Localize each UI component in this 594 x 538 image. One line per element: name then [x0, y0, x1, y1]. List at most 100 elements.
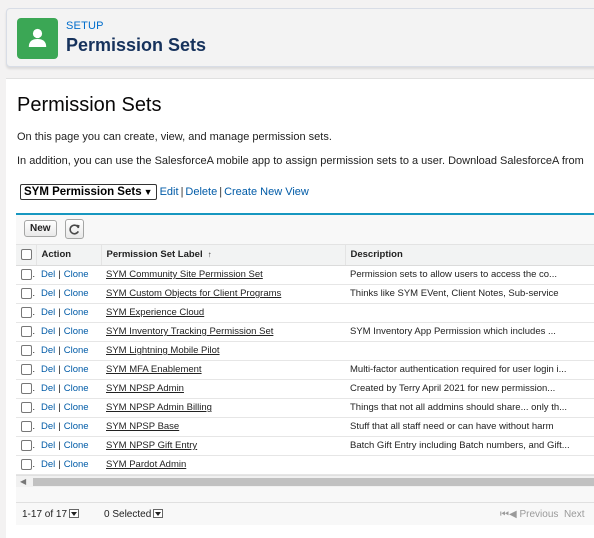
row-actions: Del | Clone [36, 360, 101, 380]
row-select-cell[interactable] [16, 341, 36, 361]
row-checkbox[interactable] [21, 439, 32, 451]
view-select[interactable]: SYM Permission Sets ▼ [20, 184, 157, 200]
permission-set-label-cell: SYM Lightning Mobile Pilot [101, 341, 345, 361]
new-button[interactable]: New [24, 220, 57, 237]
row-select-cell[interactable] [16, 398, 36, 418]
column-header-action: Action [35, 245, 101, 266]
delete-link[interactable]: Del [41, 440, 55, 451]
clone-link[interactable]: Clone [64, 440, 89, 451]
row-select-cell[interactable] [16, 417, 36, 437]
table-row: Del | Clone SYM Custom Objects for Client P… [16, 284, 594, 304]
delete-link[interactable]: Del [41, 364, 55, 375]
clone-link[interactable]: Clone [64, 307, 89, 318]
clone-link[interactable]: Clone [64, 269, 89, 280]
delete-link[interactable]: Del [41, 307, 55, 318]
row-actions: Del | Clone [36, 436, 101, 456]
clone-link[interactable]: Clone [64, 326, 89, 337]
column-header-description[interactable]: Description [344, 245, 594, 266]
row-checkbox[interactable] [21, 458, 32, 470]
permission-set-link[interactable]: SYM MFA Enablement [106, 364, 202, 375]
clone-link[interactable]: Clone [64, 345, 89, 356]
table-row: Del | Clone SYM NPSP Base Stuff that all sta… [16, 417, 594, 437]
delete-view-link[interactable]: Delete [185, 186, 217, 198]
permission-set-description: Multi-factor authentication required for… [345, 360, 594, 380]
row-select-cell[interactable] [16, 303, 36, 323]
row-select-cell[interactable] [16, 284, 36, 304]
row-actions: Del | Clone [36, 322, 101, 342]
row-select-cell[interactable] [16, 436, 36, 456]
row-checkbox[interactable] [21, 344, 32, 356]
delete-link[interactable]: Del [41, 326, 55, 337]
permission-set-table: Action Permission Set Label ↑ Description… [16, 245, 594, 475]
row-checkbox[interactable] [21, 306, 32, 318]
row-select-cell[interactable] [16, 322, 36, 342]
permission-set-link[interactable]: SYM Community Site Permission Set [106, 269, 263, 280]
create-new-view-link[interactable]: Create New View [224, 186, 309, 198]
record-range[interactable]: 1-17 of 17 [22, 509, 80, 520]
separator: | [58, 364, 61, 375]
row-checkbox[interactable] [21, 401, 32, 413]
row-checkbox[interactable] [21, 325, 32, 337]
delete-link[interactable]: Del [41, 288, 55, 299]
clone-link[interactable]: Clone [64, 402, 89, 413]
permission-set-link[interactable]: SYM NPSP Admin [106, 383, 184, 394]
clone-link[interactable]: Clone [64, 459, 89, 470]
permission-set-label-cell: SYM NPSP Admin [101, 379, 345, 399]
select-all-checkbox[interactable] [21, 249, 32, 261]
row-actions: Del | Clone [36, 417, 101, 437]
row-select-cell[interactable] [16, 379, 36, 399]
table-row: Del | Clone SYM MFA Enablement Multi-factor … [16, 360, 594, 380]
clone-link[interactable]: Clone [64, 421, 89, 432]
clone-link[interactable]: Clone [64, 288, 89, 299]
row-checkbox[interactable] [21, 382, 32, 394]
edit-view-link[interactable]: Edit [160, 186, 179, 198]
delete-link[interactable]: Del [41, 421, 55, 432]
permission-set-link[interactable]: SYM NPSP Base [106, 421, 179, 432]
row-actions: Del | Clone [36, 455, 101, 475]
permission-set-description [345, 303, 594, 323]
selected-count[interactable]: 0 Selected [104, 509, 164, 520]
permission-set-link[interactable]: SYM Experience Cloud [106, 307, 204, 318]
row-actions: Del | Clone [36, 379, 101, 399]
clone-link[interactable]: Clone [64, 383, 89, 394]
permission-set-link[interactable]: SYM Pardot Admin [106, 459, 186, 470]
row-checkbox[interactable] [21, 287, 32, 299]
permission-set-link[interactable]: SYM Custom Objects for Client Programs [106, 288, 281, 299]
select-all-header[interactable] [16, 245, 36, 266]
permission-set-description: Permission sets to allow users to access… [345, 265, 594, 285]
page-description-mobile: In addition, you can use the SalesforceA… [17, 155, 584, 167]
permission-set-link[interactable]: SYM NPSP Admin Billing [106, 402, 212, 413]
row-checkbox[interactable] [21, 420, 32, 432]
delete-link[interactable]: Del [41, 269, 55, 280]
refresh-button[interactable] [65, 219, 84, 239]
pagination: ⏮︎◀ Previous Next [500, 509, 585, 520]
delete-link[interactable]: Del [41, 459, 55, 470]
next-page-link[interactable]: Next [564, 509, 585, 520]
table-header-row: Action Permission Set Label ↑ Description [16, 245, 594, 266]
delete-link[interactable]: Del [41, 345, 55, 356]
row-checkbox[interactable] [21, 268, 32, 280]
separator: | [58, 288, 61, 299]
scrollbar-thumb[interactable] [33, 477, 594, 486]
row-checkbox[interactable] [21, 363, 32, 375]
previous-page-link[interactable]: Previous [519, 509, 558, 520]
row-select-cell[interactable] [16, 265, 36, 285]
delete-link[interactable]: Del [41, 402, 55, 413]
dropdown-arrow-icon[interactable] [153, 509, 164, 518]
horizontal-scrollbar[interactable]: ◀ [16, 474, 594, 487]
clone-link[interactable]: Clone [64, 364, 89, 375]
permission-set-link[interactable]: SYM Lightning Mobile Pilot [106, 345, 220, 356]
row-actions: Del | Clone [36, 303, 101, 323]
scroll-left-icon[interactable]: ◀ [20, 477, 26, 486]
delete-link[interactable]: Del [41, 383, 55, 394]
dropdown-arrow-icon[interactable] [69, 509, 80, 518]
permission-set-link[interactable]: SYM NPSP Gift Entry [106, 440, 197, 451]
row-select-cell[interactable] [16, 360, 36, 380]
previous-page-icon[interactable]: ◀ [509, 509, 517, 520]
permission-set-link[interactable]: SYM Inventory Tracking Permission Set [106, 326, 273, 337]
first-page-icon[interactable]: ⏮︎ [500, 509, 509, 520]
permission-set-description: Thinks like SYM EVent, Client Notes, Sub… [345, 284, 594, 304]
column-header-label[interactable]: Permission Set Label ↑ [100, 245, 345, 266]
row-select-cell[interactable] [16, 455, 36, 475]
user-icon [28, 28, 47, 47]
